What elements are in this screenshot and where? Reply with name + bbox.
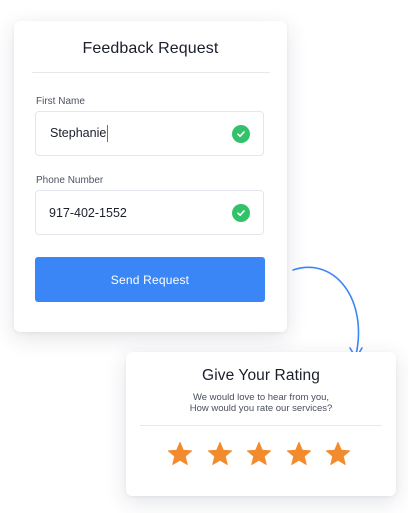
star-icon[interactable]: [246, 441, 272, 467]
phone-number-value[interactable]: 917-402-1552: [49, 206, 232, 220]
feedback-title: Feedback Request: [82, 40, 219, 57]
star-rating[interactable]: [167, 441, 352, 467]
star-icon[interactable]: [325, 441, 351, 467]
rating-subtitle: We would love to hear from you, How woul…: [126, 392, 396, 414]
rating-subtitle-line-2: How would you rate our services?: [189, 403, 333, 414]
star-icon[interactable]: [207, 441, 233, 467]
first-name-value-wrap[interactable]: Stephanie: [49, 125, 232, 142]
header-divider: [32, 72, 270, 73]
text-caret: [107, 125, 109, 142]
first-name-value[interactable]: Stephanie: [50, 126, 106, 140]
rating-card: Give Your Rating We would love to hear f…: [126, 352, 396, 496]
rating-divider: [140, 425, 382, 426]
first-name-label: First Name: [36, 96, 85, 107]
star-icon[interactable]: [286, 441, 312, 467]
star-icon[interactable]: [167, 441, 193, 467]
phone-number-label: Phone Number: [36, 175, 104, 186]
phone-number-field[interactable]: 917-402-1552: [35, 190, 264, 235]
rating-subtitle-line-1: We would love to hear from you,: [192, 392, 330, 403]
first-name-field[interactable]: Stephanie: [35, 111, 264, 156]
check-circle-icon: [232, 124, 250, 143]
feedback-request-card: Feedback Request First Name Stephanie Ph…: [14, 21, 287, 332]
rating-title: Give Your Rating: [202, 367, 320, 384]
send-request-button[interactable]: Send Request: [35, 257, 265, 302]
check-circle-icon: [232, 203, 250, 222]
